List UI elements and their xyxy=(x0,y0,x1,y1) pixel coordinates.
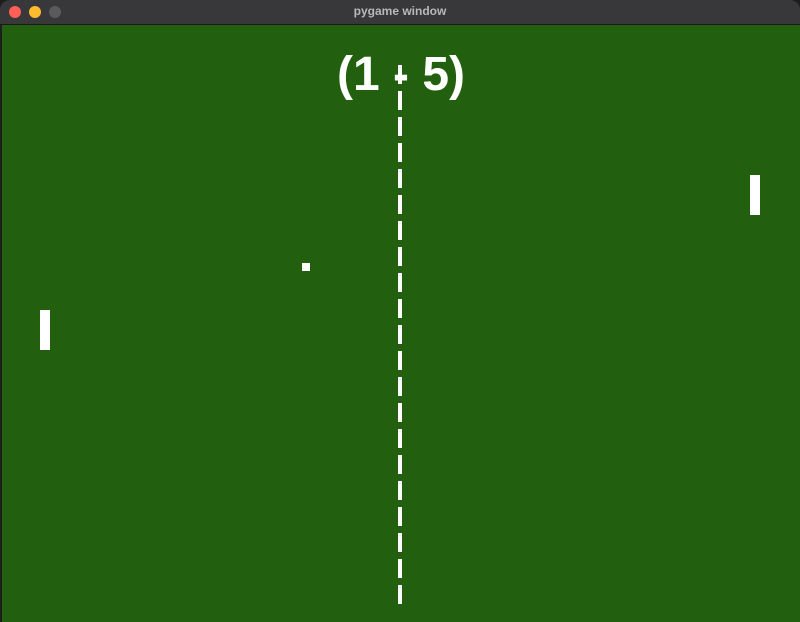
title-bar[interactable]: pygame window xyxy=(0,0,800,25)
net-dash xyxy=(398,195,402,214)
net-dash xyxy=(398,585,402,604)
score-display: (1 - 5) xyxy=(336,48,465,101)
net-dash xyxy=(398,559,402,578)
net-dash xyxy=(398,247,402,266)
net-dash xyxy=(398,377,402,396)
net-dash xyxy=(398,325,402,344)
left-paddle xyxy=(40,310,50,350)
net-dash xyxy=(398,221,402,240)
net-dash xyxy=(398,455,402,474)
net-dash xyxy=(398,169,402,188)
net-dash xyxy=(398,481,402,500)
net-dash xyxy=(398,507,402,526)
right-paddle xyxy=(750,175,760,215)
net-dash xyxy=(398,299,402,318)
game-canvas[interactable]: (1 - 5) xyxy=(2,25,800,622)
net-dash xyxy=(398,403,402,422)
net-dash xyxy=(398,117,402,136)
net-dash xyxy=(398,533,402,552)
net-dash xyxy=(398,273,402,292)
net-dash xyxy=(398,429,402,448)
net-dash xyxy=(398,351,402,370)
net-dash xyxy=(398,143,402,162)
ball xyxy=(302,263,310,271)
app-window: pygame window (1 - 5) xyxy=(0,0,800,622)
window-title: pygame window xyxy=(353,4,447,18)
